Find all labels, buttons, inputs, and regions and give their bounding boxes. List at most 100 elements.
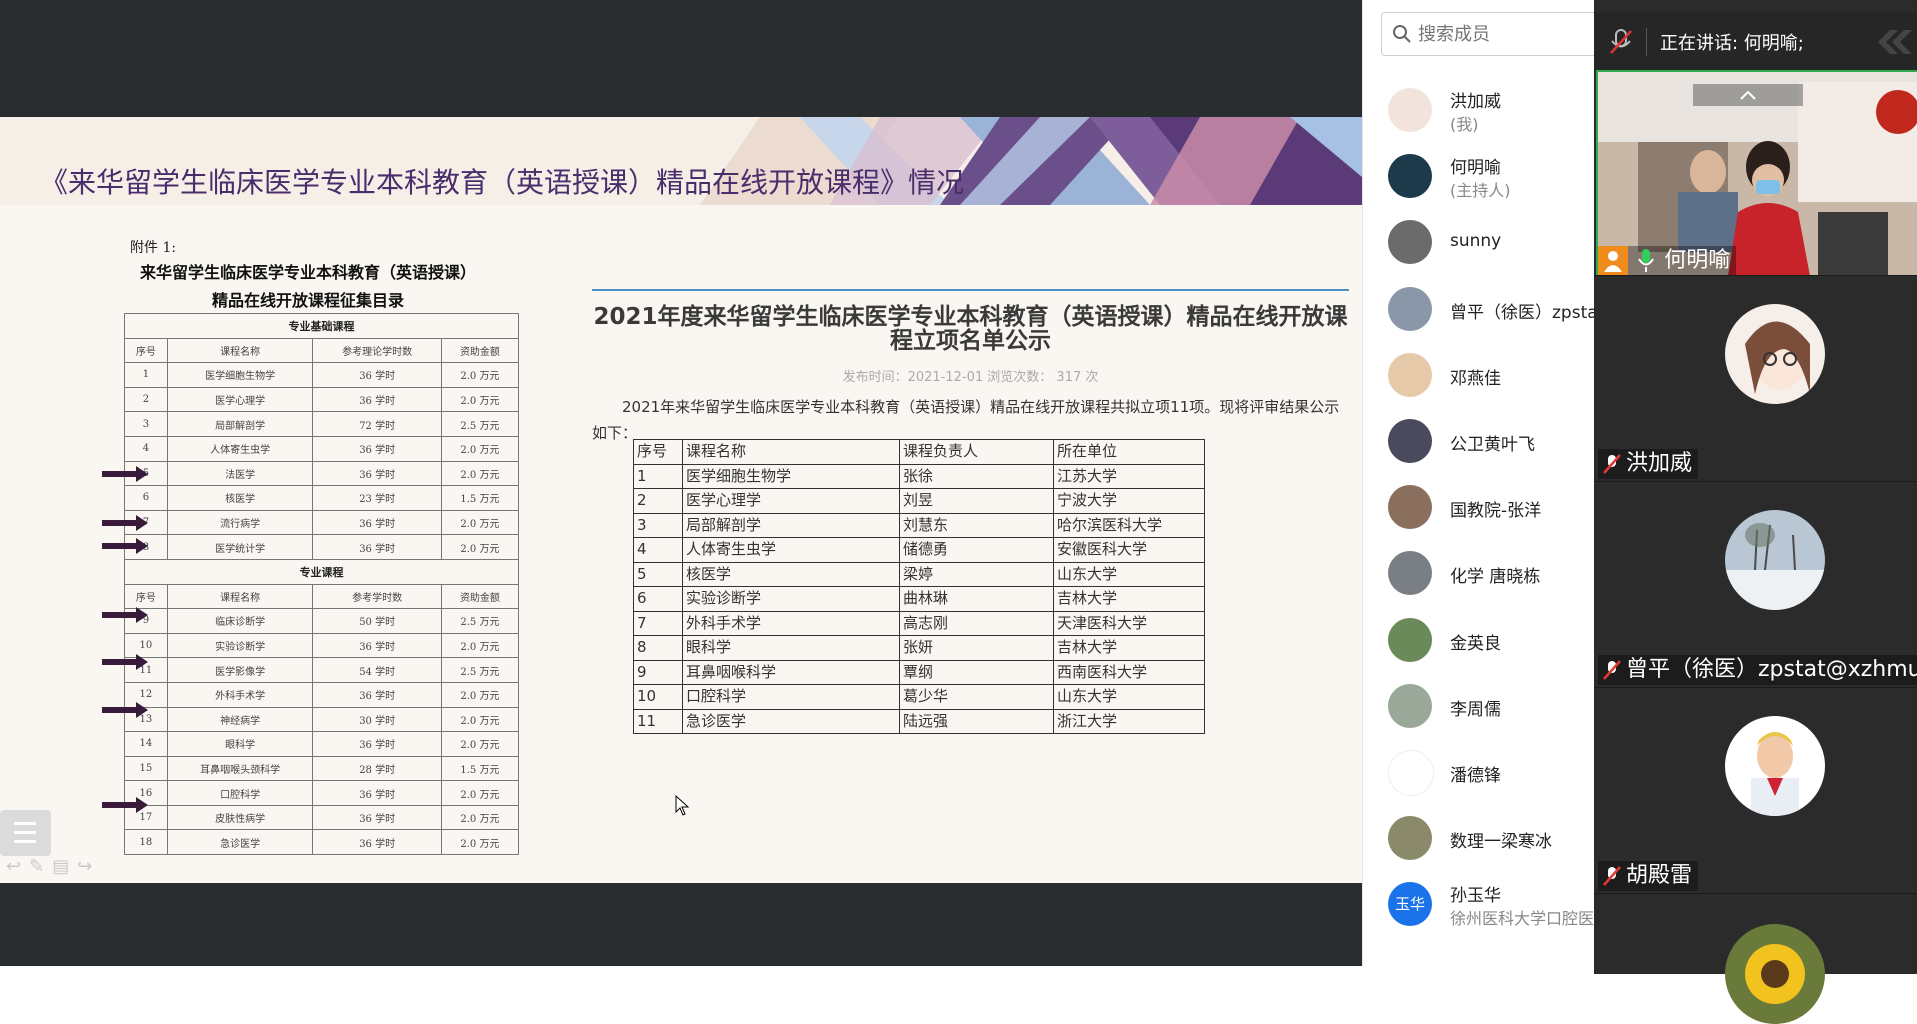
table-cell: 2	[633, 488, 683, 514]
table-row: 9 耳鼻咽喉科学 覃纲 西南医科大学	[633, 659, 1205, 685]
scan-row: 4 人体寄生虫学 36 学时 2.0 万元	[124, 435, 520, 462]
table-row: 5 核医学 梁婷 山东大学	[633, 561, 1205, 587]
scan-cell: 2.0 万元	[440, 509, 520, 536]
slide-menu-button[interactable]	[0, 810, 51, 856]
table-cell: 覃纲	[899, 659, 1054, 685]
search-icon	[1393, 25, 1411, 43]
scan-row: 3 局部解剖学 72 学时 2.5 万元	[124, 411, 520, 437]
pen-icon[interactable]: ✎	[29, 856, 52, 877]
prev-arrow-icon[interactable]: ↩	[6, 856, 29, 877]
member-item[interactable]: 数理一梁寒冰	[1388, 813, 1618, 863]
member-item[interactable]: 何明喻 (主持人)	[1388, 151, 1618, 201]
table-row: 7 外科手术学 高志刚 天津医科大学	[633, 610, 1205, 636]
muted-mic-icon[interactable]	[1608, 28, 1634, 56]
scan-cell: 资助金额	[440, 583, 520, 610]
member-name: 李周儒	[1450, 699, 1501, 720]
divider	[1646, 28, 1647, 56]
member-item[interactable]: 洪加威 (我)	[1388, 85, 1618, 135]
scan-heading-1: 来华留学生临床医学专业本科教育（英语授课）	[139, 263, 476, 282]
scan-row: 13 神经病学 30 学时 2.0 万元	[124, 706, 520, 733]
video-tile[interactable]: 曾平（徐医）zpstat@xzhmu.edu.cn	[1594, 481, 1917, 687]
member-item[interactable]: 李周儒	[1388, 681, 1618, 731]
table-cell: 10	[633, 684, 683, 710]
menu-line	[14, 822, 36, 825]
search-input[interactable]	[1416, 21, 1620, 47]
scan-row: 5法医学36 学时2.0 万元	[124, 460, 520, 487]
muted-mic-icon	[1603, 454, 1621, 474]
scan-row: 12 外科手术学 36 学时 2.0 万元	[124, 681, 520, 708]
scan-cell: 14	[124, 731, 168, 757]
scan-cell: 神经病学	[166, 706, 314, 733]
member-item[interactable]: 公卫黄叶飞	[1388, 416, 1618, 466]
table-cell: 核医学	[682, 561, 900, 587]
scan-cell: 皮肤性病学	[166, 804, 314, 831]
next-arrow-icon[interactable]: ↪	[77, 856, 100, 877]
speaking-text: 正在讲话: 何明喻;	[1660, 33, 1804, 54]
member-name: 公卫黄叶飞	[1450, 435, 1535, 455]
video-tile[interactable]: 胡殿雷	[1594, 687, 1917, 893]
arrow-marker	[102, 466, 148, 482]
layout-icon[interactable]	[1870, 26, 1914, 58]
doc-title: 2021年度来华留学生临床医学专业本科教育（英语授课）精品在线开放课 程立项名单…	[592, 305, 1349, 353]
video-tile[interactable]	[1594, 893, 1917, 1024]
member-item[interactable]: 邓燕佳	[1388, 350, 1618, 400]
table-cell: 外科手术学	[682, 610, 900, 636]
scan-cell: 耳鼻咽喉头颈科学	[166, 755, 314, 782]
table-cell: 课程名称	[682, 439, 900, 465]
member-name: 数理一梁寒冰	[1450, 832, 1552, 853]
scan-cell: 参考学时数	[312, 583, 442, 610]
tile-name: 胡殿雷	[1626, 863, 1693, 888]
scan-cell: 36 学时	[312, 534, 442, 560]
table-cell: 储德勇	[899, 537, 1054, 563]
scan-cell: 医学影像学	[166, 657, 314, 683]
video-tile[interactable]: 洪加威	[1594, 275, 1917, 481]
scan-cell: 1	[124, 362, 168, 388]
scan-cell: 2.0 万元	[440, 804, 520, 831]
table-cell: 医学心理学	[682, 488, 900, 514]
scan-cell: 序号	[124, 583, 168, 610]
table-row: 8 眼科学 张妍 吉林大学	[633, 635, 1205, 661]
avatar	[1388, 352, 1432, 397]
table-cell: 刘慧东	[899, 512, 1054, 538]
scan-cell: 36 学时	[312, 681, 442, 708]
scan-cell: 2.0 万元	[440, 435, 520, 462]
avatar	[1388, 220, 1432, 265]
member-name: sunny	[1450, 231, 1502, 252]
member-item[interactable]: 曾平（徐医）zpstat@xzhmu.edu.cn	[1388, 284, 1741, 334]
doc-title-line-1: 2021年度来华留学生临床医学专业本科教育（英语授课）精品在线开放课	[593, 304, 1348, 330]
member-item[interactable]: 潘德锋	[1388, 747, 1618, 797]
scan-cell: 外科手术学	[166, 681, 314, 708]
member-item[interactable]: 国教院-张洋	[1388, 482, 1618, 532]
scan-heading-2: 精品在线开放课程征集目录	[211, 291, 404, 310]
avatar	[1725, 510, 1825, 610]
table-row: 11 急诊医学 陆远强 浙江大学	[633, 708, 1205, 734]
scan-row: 1 医学细胞生物学 36 学时 2.0 万元	[124, 362, 520, 388]
slides-icon[interactable]: ▤	[52, 856, 77, 877]
table-cell: 梁婷	[899, 561, 1054, 587]
member-search-box[interactable]	[1381, 12, 1623, 56]
member-name: 洪加威	[1450, 92, 1501, 112]
scan-cell: 2.0 万元	[440, 362, 520, 388]
table-cell: 6	[633, 586, 683, 612]
member-item[interactable]: 玉华 孙玉华 徐州医科大学口腔医学院	[1388, 879, 1626, 929]
active-speaker-video[interactable]: 何明喻	[1596, 70, 1917, 278]
avatar: 玉华	[1388, 882, 1432, 927]
table-cell: 天津医科大学	[1053, 610, 1205, 636]
scan-cell: 28 学时	[312, 755, 442, 782]
member-item[interactable]: 化学 唐晓栋	[1388, 548, 1618, 598]
avatar	[1725, 716, 1825, 816]
member-item[interactable]: 金英良	[1388, 615, 1618, 665]
scan-cell: 2.0 万元	[440, 386, 520, 413]
scan-row: 15 耳鼻咽喉头颈科学 28 学时 1.5 万元	[124, 755, 520, 782]
slide-nav-icons[interactable]: ↩✎▤↪	[6, 856, 100, 877]
table-cell: 山东大学	[1053, 561, 1205, 587]
scan-cell: 人体寄生虫学	[166, 435, 314, 462]
scan-cell: 50 学时	[312, 608, 442, 634]
scan-row: 14 眼科学 36 学时 2.0 万元	[124, 731, 520, 757]
member-item[interactable]: sunny	[1388, 217, 1618, 267]
video-panel: 正在讲话: 何明喻; 何明喻 洪加威 曾平（徐医）zpstat@xzhmu 胡殿…	[1594, 0, 1917, 1024]
scan-cell: 参考理论学时数	[312, 337, 442, 364]
table-cell: 安徽医科大学	[1053, 537, 1205, 563]
mouse-cursor-icon	[675, 795, 690, 816]
avatar	[1388, 88, 1432, 132]
